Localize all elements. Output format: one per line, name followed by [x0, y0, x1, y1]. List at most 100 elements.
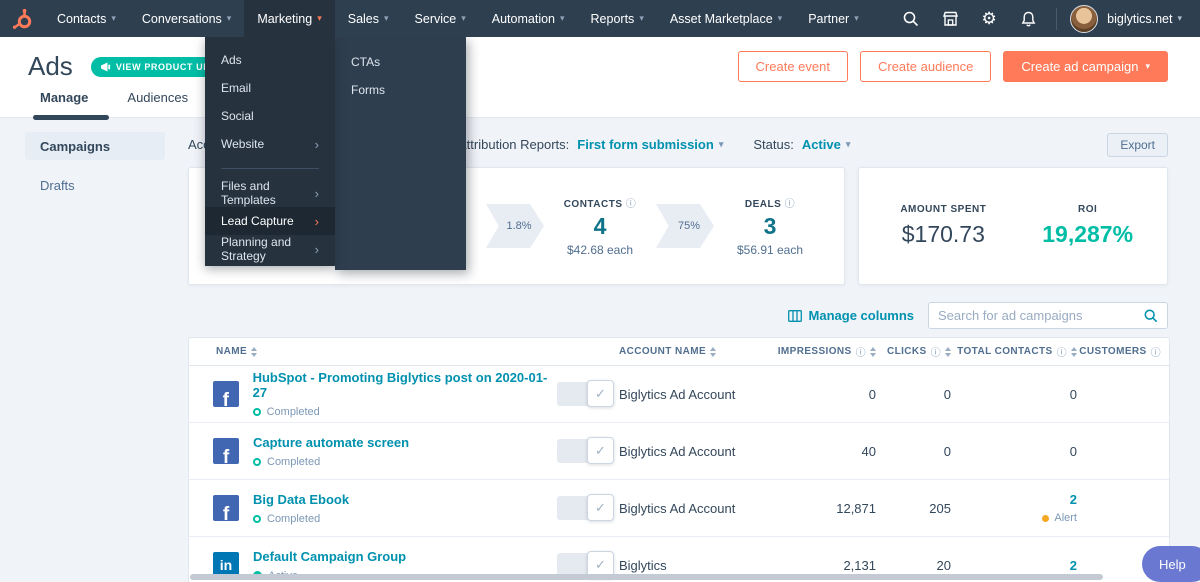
conversion-rate-value: 1.8%	[506, 220, 532, 232]
menu-item-social[interactable]: Social	[205, 102, 335, 130]
menu-item-label: Website	[221, 137, 265, 151]
account-name-cell: Biglytics Ad Account	[619, 500, 736, 516]
tab-manage[interactable]: Manage	[33, 90, 109, 120]
nav-item-contacts[interactable]: Contacts ▾	[44, 0, 129, 37]
amount-spent-value: $170.73	[901, 221, 985, 247]
nav-label: Asset Marketplace	[669, 11, 773, 26]
submenu-item-ctas[interactable]: CTAs	[335, 48, 466, 76]
top-navbar: Contacts ▾ Conversations ▾ Marketing ▾ Sale…	[0, 0, 1200, 37]
sidebar-item-drafts[interactable]: Drafts	[25, 171, 165, 199]
check-icon: ✓	[595, 385, 606, 401]
column-header-account: ACCOUNT NAME	[619, 346, 707, 357]
menu-item-website[interactable]: Website ›	[205, 130, 335, 158]
account-menu[interactable]: biglytics.net ▾	[1107, 12, 1182, 26]
marketplace-icon[interactable]	[935, 4, 965, 34]
info-icon[interactable]: ⓘ	[785, 199, 796, 210]
chevron-down-icon: ▾	[461, 13, 466, 23]
nav-label: Reports	[590, 11, 635, 26]
menu-item-ads[interactable]: Ads	[205, 46, 335, 74]
clicks-cell: 205	[929, 500, 951, 516]
tab-audiences[interactable]: Audiences	[120, 90, 208, 117]
contacts-value: 4	[593, 212, 607, 239]
status-select[interactable]: Active ▾	[802, 137, 851, 152]
info-icon[interactable]: ⓘ	[856, 344, 866, 359]
info-icon[interactable]: ⓘ	[626, 199, 637, 210]
menu-item-lead-capture[interactable]: Lead Capture ›	[205, 207, 335, 235]
button-label: Create audience	[877, 59, 974, 74]
alert-label: Alert	[1054, 512, 1077, 524]
nav-item-conversations[interactable]: Conversations ▾	[129, 0, 244, 37]
nav-item-reports[interactable]: Reports ▾	[578, 0, 657, 37]
create-event-button[interactable]: Create event	[737, 51, 848, 82]
table-row: f Capture automate screen Completed ✓ Bi…	[189, 423, 1169, 480]
horizontal-scrollbar[interactable]	[190, 574, 1103, 580]
campaign-toggle[interactable]: ✓	[557, 380, 614, 407]
campaign-toggle[interactable]: ✓	[557, 494, 614, 521]
facebook-glyph: f	[222, 504, 230, 521]
column-header-impressions: IMPRESSIONS	[777, 346, 852, 357]
sidebar-item-campaigns[interactable]: Campaigns	[25, 132, 165, 160]
menu-item-label: Files and Templates	[221, 179, 276, 207]
table-row: f Big Data Ebook Completed ✓ Biglytics A…	[189, 480, 1169, 537]
nav-item-partner[interactable]: Partner ▾	[795, 0, 872, 37]
bell-icon[interactable]	[1013, 4, 1043, 34]
campaign-link[interactable]: Default Campaign Group	[253, 549, 406, 564]
nav-item-marketing[interactable]: Marketing ▾	[244, 0, 335, 37]
check-icon: ✓	[595, 556, 606, 572]
total-contacts-link[interactable]: 2	[1070, 558, 1077, 573]
search-input[interactable]	[938, 308, 1144, 323]
hubspot-logo-icon[interactable]	[0, 8, 44, 30]
campaign-link[interactable]: Big Data Ebook	[253, 492, 349, 507]
column-header-total-contacts: TOTAL CONTACTS	[957, 346, 1053, 357]
nav-right-tools: ⚙ biglytics.net ▾	[896, 4, 1200, 34]
menu-item-planning-and-strategy[interactable]: Planning and Strategy ›	[205, 235, 335, 263]
info-icon[interactable]: ⓘ	[1057, 344, 1067, 359]
conversion-rate-value: 75%	[677, 220, 701, 232]
submenu-item-forms[interactable]: Forms	[335, 76, 466, 104]
megaphone-icon	[100, 62, 110, 71]
nav-item-service[interactable]: Service ▾	[402, 0, 479, 37]
left-sidebar: Campaigns Drafts	[25, 132, 165, 210]
status-label: Completed	[267, 512, 321, 525]
help-button[interactable]: Help	[1142, 546, 1200, 582]
user-avatar[interactable]	[1070, 4, 1099, 33]
menu-item-label: Lead Capture	[221, 214, 294, 228]
manage-columns-button[interactable]: Manage columns	[787, 308, 914, 323]
chevron-down-icon: ▾	[1145, 61, 1150, 71]
chevron-down-icon: ▾	[560, 13, 565, 23]
account-name-label: biglytics.net	[1107, 11, 1173, 26]
campaign-toggle[interactable]: ✓	[557, 437, 614, 464]
search-icon[interactable]	[1144, 309, 1158, 323]
attribution-reports-select[interactable]: First form submission ▾	[577, 137, 723, 152]
nav-item-sales[interactable]: Sales ▾	[335, 0, 402, 37]
linkedin-glyph: in	[219, 557, 233, 573]
nav-item-automation[interactable]: Automation ▾	[479, 0, 578, 37]
columns-icon	[787, 309, 802, 322]
nav-item-asset-marketplace[interactable]: Asset Marketplace ▾	[657, 0, 795, 37]
menu-item-email[interactable]: Email	[205, 74, 335, 102]
nav-label: Marketing	[257, 11, 313, 26]
completed-status-icon	[253, 514, 261, 523]
campaign-link[interactable]: Capture automate screen	[253, 435, 409, 450]
chevron-down-icon: ▾	[845, 139, 851, 149]
campaign-link[interactable]: HubSpot - Promoting Biglytics post on 20…	[253, 370, 557, 400]
search-icon[interactable]	[896, 4, 926, 34]
gear-icon[interactable]: ⚙	[974, 4, 1004, 34]
create-audience-button[interactable]: Create audience	[859, 51, 992, 82]
nav-label: Partner	[808, 11, 850, 26]
toggle-knob: ✓	[587, 437, 614, 464]
contacts-stat: CONTACTS ⓘ 4 $42.68 each	[550, 195, 650, 257]
create-ad-campaign-button[interactable]: Create ad campaign ▾	[1003, 51, 1168, 82]
table-row: f HubSpot - Promoting Biglytics post on …	[189, 366, 1169, 423]
info-icon[interactable]: ⓘ	[1151, 344, 1161, 359]
info-icon[interactable]: ⓘ	[931, 344, 941, 359]
sort-icon[interactable]	[710, 346, 717, 357]
export-button[interactable]: Export	[1107, 133, 1168, 157]
spend-roi-card: AMOUNT SPENT $170.73 ROI 19,287%	[858, 167, 1168, 285]
sort-icon[interactable]	[251, 346, 258, 357]
facebook-glyph: f	[222, 390, 229, 407]
menu-divider	[221, 168, 319, 169]
button-label: Create ad campaign	[1021, 59, 1139, 74]
menu-item-files-and-templates[interactable]: Files and Templates ›	[205, 179, 335, 207]
total-contacts-link[interactable]: 2	[1070, 492, 1077, 507]
